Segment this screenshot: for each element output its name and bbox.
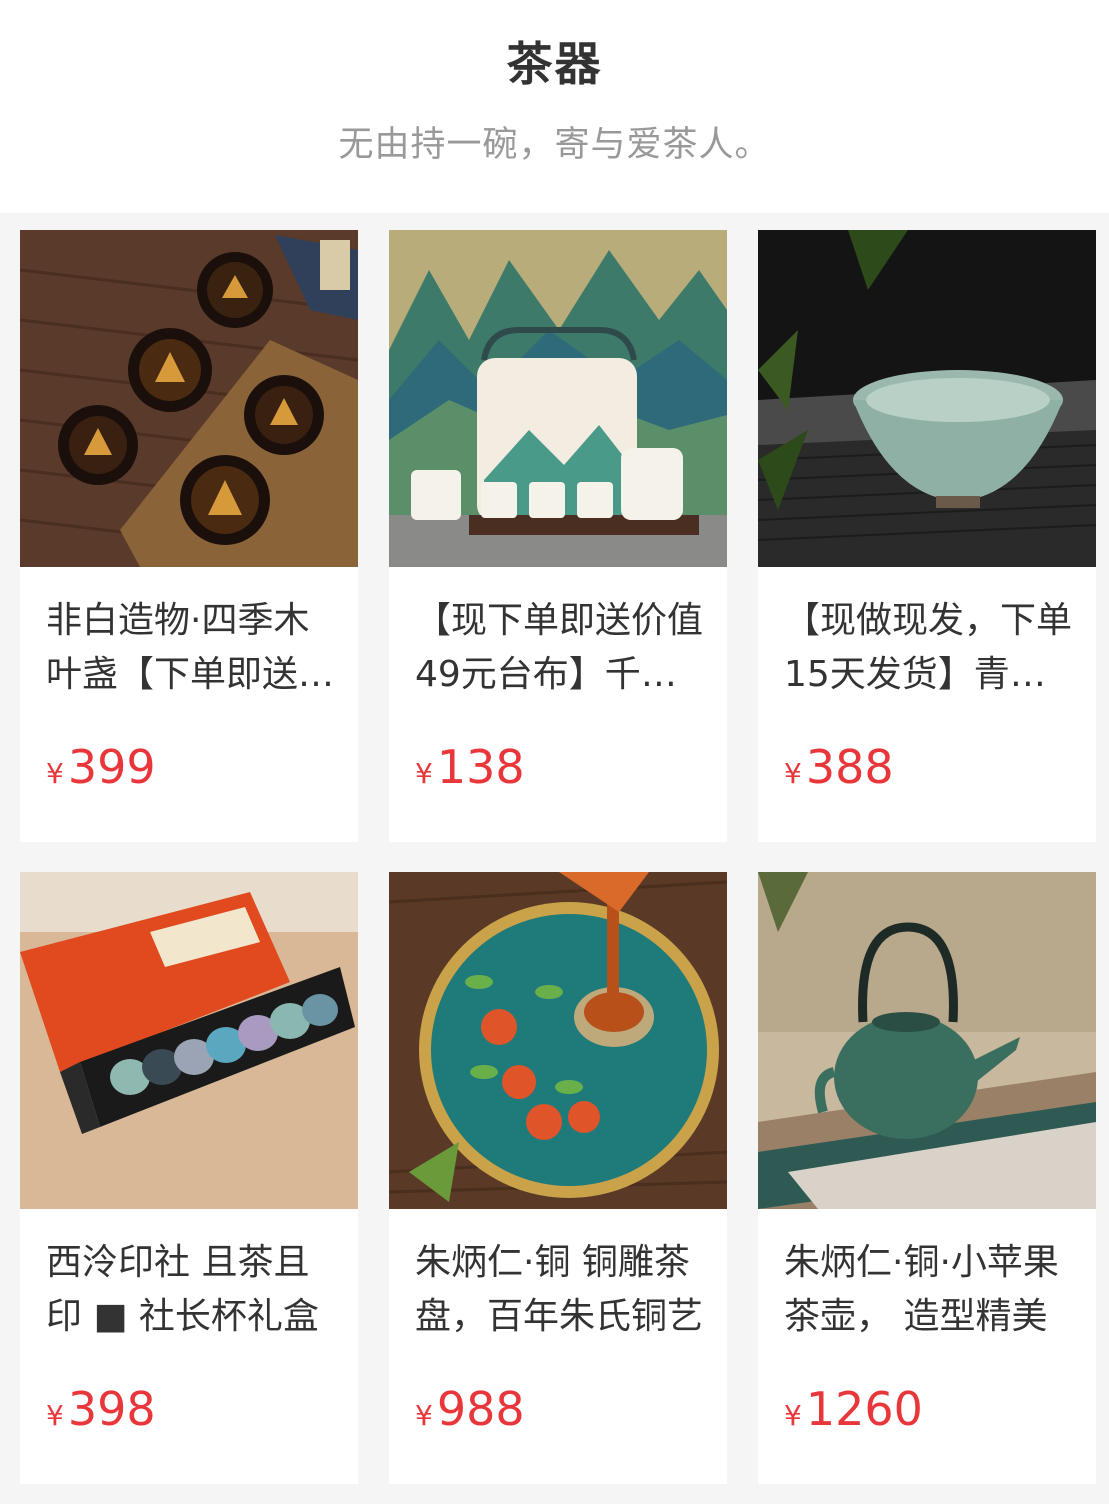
copper-tea-tray-image[interactable]: [389, 872, 727, 1209]
price-value: 988: [436, 1382, 525, 1436]
celadon-cup-image[interactable]: [758, 230, 1096, 567]
product-name[interactable]: 【现下单即送价值49元台布】千里江山旅行茶具: [415, 594, 711, 702]
product-price: ¥1260: [784, 1382, 923, 1442]
product-name[interactable]: 西泠印社 且茶且印 ■ 社长杯礼盒: [46, 1236, 342, 1344]
page-header: 茶器 无由持一碗，寄与爱茶人。: [0, 0, 1109, 213]
product-card[interactable]: 朱炳仁·铜 铜雕茶盘，百年朱氏铜艺 ¥988: [389, 872, 727, 1484]
green-teapot-image[interactable]: [758, 872, 1096, 1209]
currency-symbol: ¥: [784, 1399, 802, 1432]
product-card[interactable]: 非白造物·四季木叶盏【下单即送茶巾】 ¥399: [20, 230, 358, 842]
page-subtitle: 无由持一碗，寄与爱茶人。: [338, 125, 771, 165]
currency-symbol: ¥: [46, 757, 64, 790]
currency-symbol: ¥: [415, 1399, 433, 1432]
currency-symbol: ¥: [46, 1399, 64, 1432]
product-name[interactable]: 【现做现发，下单15天发货】青瓷斗笠杯: [784, 594, 1080, 702]
price-value: 1260: [805, 1382, 923, 1436]
currency-symbol: ¥: [415, 757, 433, 790]
price-value: 399: [67, 740, 156, 794]
product-name[interactable]: 朱炳仁·铜 铜雕茶盘，百年朱氏铜艺: [415, 1236, 711, 1344]
landscape-travel-tea-set-image[interactable]: [389, 230, 727, 567]
leaf-tea-cups-image[interactable]: [20, 230, 358, 567]
product-price: ¥988: [415, 1382, 525, 1442]
product-price: ¥398: [46, 1382, 156, 1442]
product-card[interactable]: 【现做现发，下单15天发货】青瓷斗笠杯 ¥388: [758, 230, 1096, 842]
product-name[interactable]: 朱炳仁·铜·小苹果茶壶， 造型精美: [784, 1236, 1080, 1344]
product-card[interactable]: 【现下单即送价值49元台布】千里江山旅行茶具 ¥138: [389, 230, 727, 842]
currency-symbol: ¥: [784, 757, 802, 790]
product-price: ¥138: [415, 740, 525, 800]
price-value: 388: [805, 740, 894, 794]
price-value: 398: [67, 1382, 156, 1436]
product-name[interactable]: 非白造物·四季木叶盏【下单即送茶巾】: [46, 594, 342, 702]
product-card[interactable]: 朱炳仁·铜·小苹果茶壶， 造型精美 ¥1260: [758, 872, 1096, 1484]
price-value: 138: [436, 740, 525, 794]
product-card[interactable]: 西泠印社 且茶且印 ■ 社长杯礼盒 ¥398: [20, 872, 358, 1484]
cup-gift-box-image[interactable]: [20, 872, 358, 1209]
product-price: ¥399: [46, 740, 156, 800]
page-title: 茶器: [506, 37, 603, 91]
product-price: ¥388: [784, 740, 894, 800]
